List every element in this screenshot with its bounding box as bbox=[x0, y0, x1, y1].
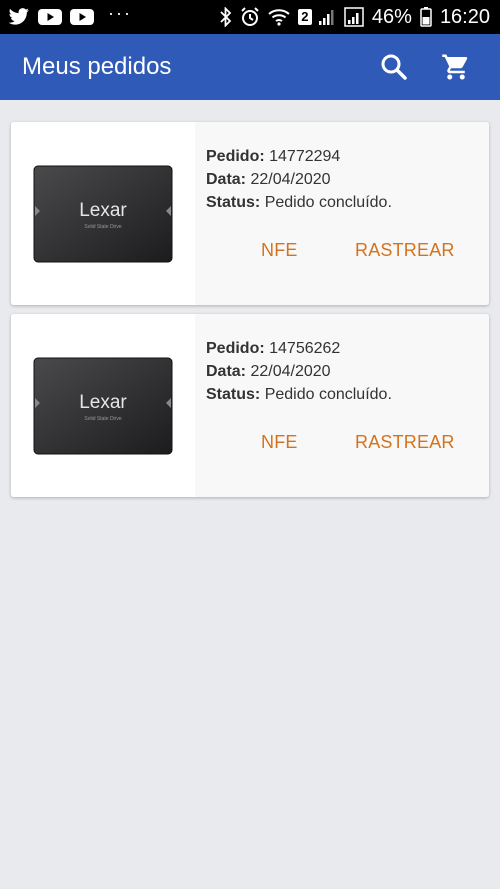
youtube-icon bbox=[38, 8, 62, 26]
order-status-label: Status: bbox=[206, 386, 261, 403]
product-image: Lexar Solid State Drive bbox=[11, 122, 195, 305]
track-button[interactable]: RASTREAR bbox=[355, 432, 455, 453]
product-subtitle: Solid State Drive bbox=[84, 416, 121, 422]
product-brand: Lexar bbox=[79, 200, 127, 221]
order-date-line: Data: 22/04/2020 bbox=[206, 363, 331, 381]
order-status-label: Status: bbox=[206, 194, 261, 211]
order-number: 14756262 bbox=[269, 340, 341, 357]
app-bar: Meus pedidos bbox=[0, 34, 500, 100]
signal-icon bbox=[344, 7, 364, 27]
order-date: 22/04/2020 bbox=[250, 363, 331, 380]
clock: 16:20 bbox=[439, 5, 490, 28]
order-status-line: Status: Pedido concluído. bbox=[206, 194, 392, 212]
order-info: Pedido: 14756262 Data: 22/04/2020 Status… bbox=[195, 314, 489, 497]
order-status: Pedido concluído. bbox=[264, 386, 392, 403]
order-date-line: Data: 22/04/2020 bbox=[206, 171, 331, 189]
product-brand: Lexar bbox=[79, 392, 127, 413]
sim2-signal-icon: 2 bbox=[297, 8, 336, 26]
order-number: 14772294 bbox=[269, 148, 341, 165]
bluetooth-icon bbox=[220, 7, 232, 27]
cart-button[interactable] bbox=[434, 45, 478, 89]
battery-icon bbox=[420, 7, 432, 27]
twitter-icon bbox=[8, 8, 30, 26]
search-icon bbox=[381, 54, 407, 80]
order-info: Pedido: 14772294 Data: 22/04/2020 Status… bbox=[195, 122, 489, 305]
order-date-label: Data: bbox=[206, 171, 247, 188]
more-dots-icon: ··· bbox=[108, 2, 132, 23]
status-bar-right: 2 46% 16:20 bbox=[220, 6, 490, 29]
sim-number: 2 bbox=[297, 9, 312, 25]
order-date-label: Data: bbox=[206, 363, 247, 380]
cart-icon bbox=[442, 54, 468, 80]
nfe-button[interactable]: NFE bbox=[261, 432, 298, 453]
order-number-label: Pedido: bbox=[206, 340, 265, 357]
status-bar-left: ··· bbox=[8, 3, 132, 28]
product-subtitle: Solid State Drive bbox=[84, 224, 121, 230]
battery-percent: 46% bbox=[371, 5, 412, 28]
order-number-label: Pedido: bbox=[206, 148, 265, 165]
order-card[interactable]: Lexar Solid State Drive Pedido: 14756262… bbox=[11, 314, 489, 497]
product-image: Lexar Solid State Drive bbox=[11, 314, 195, 497]
ssd-product-image: Lexar Solid State Drive bbox=[33, 165, 173, 262]
nfe-button[interactable]: NFE bbox=[261, 240, 298, 261]
order-number-line: Pedido: 14772294 bbox=[206, 148, 340, 166]
order-status-line: Status: Pedido concluído. bbox=[206, 386, 392, 404]
alarm-icon bbox=[240, 7, 260, 27]
status-bar: ··· 2 46% 16:20 bbox=[0, 0, 500, 34]
ssd-product-image: Lexar Solid State Drive bbox=[33, 357, 173, 454]
order-card[interactable]: Lexar Solid State Drive Pedido: 14772294… bbox=[11, 122, 489, 305]
page-title: Meus pedidos bbox=[22, 53, 172, 80]
order-date: 22/04/2020 bbox=[250, 171, 331, 188]
youtube-icon bbox=[70, 8, 94, 26]
order-number-line: Pedido: 14756262 bbox=[206, 340, 340, 358]
order-status: Pedido concluído. bbox=[264, 194, 392, 211]
search-button[interactable] bbox=[372, 45, 416, 89]
track-button[interactable]: RASTREAR bbox=[355, 240, 455, 261]
wifi-icon bbox=[268, 8, 290, 26]
